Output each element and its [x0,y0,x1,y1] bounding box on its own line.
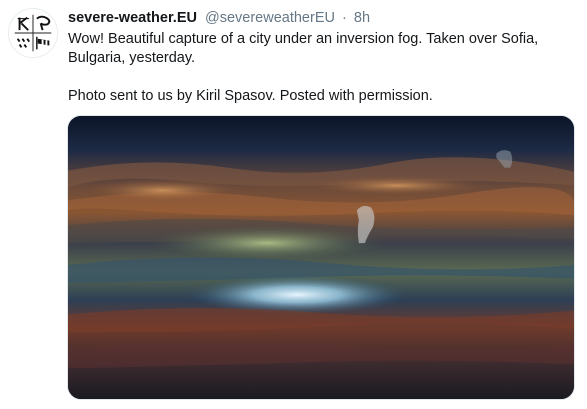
tweet-photo[interactable] [67,115,575,400]
tweet-header: severe-weather.EU @severeweatherEU · 8h [68,9,370,27]
avatar[interactable] [8,8,58,58]
tweet-text: Wow! Beautiful capture of a city under a… [68,30,568,106]
timestamp[interactable]: 8h [354,10,370,26]
tweet[interactable]: severe-weather.EU @severeweatherEU · 8h … [0,0,587,409]
separator-dot: · [342,10,347,26]
tweet-text-line-1: Wow! Beautiful capture of a city under a… [68,31,539,66]
display-name[interactable]: severe-weather.EU [68,10,197,26]
tweet-text-line-2: Photo sent to us by Kiril Spasov. Posted… [68,88,433,104]
inversion-fog-photo [68,116,574,399]
severe-weather-logo-icon [9,9,57,57]
user-handle[interactable]: @severeweatherEU [205,10,335,26]
